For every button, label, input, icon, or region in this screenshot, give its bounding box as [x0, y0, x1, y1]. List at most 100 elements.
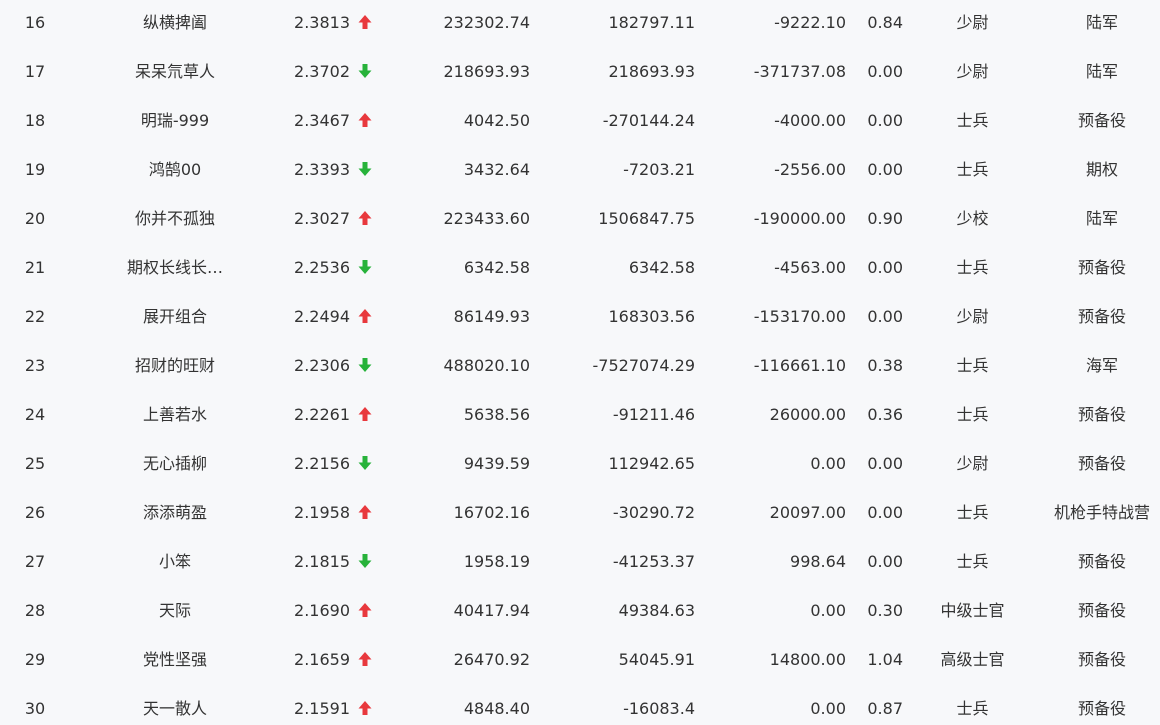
- branch-name: 预备役: [1077, 454, 1126, 473]
- rank-number: 26: [24, 503, 46, 522]
- trend-up-icon: [357, 392, 375, 441]
- table-row[interactable]: 18 明瑞-999 2.3467 4042.50 -270144.24 -400…: [0, 98, 1160, 147]
- branch-name: 预备役: [1077, 650, 1126, 669]
- branch-name: 预备役: [1077, 405, 1126, 424]
- military-rank: 少尉: [956, 62, 989, 81]
- table-row[interactable]: 30 天一散人 2.1591 4848.40 -16083.4 0.00 0.8…: [0, 686, 1160, 725]
- value-3: 0.00: [810, 601, 846, 620]
- table-row[interactable]: 20 你并不孤独 2.3027 223433.60 1506847.75 -19…: [0, 196, 1160, 245]
- branch-name: 预备役: [1077, 601, 1126, 620]
- user-name[interactable]: 鸿鹄00: [80, 147, 270, 196]
- value-2: 1506847.75: [598, 209, 695, 228]
- military-rank: 士兵: [956, 503, 989, 522]
- value-1: 3432.64: [463, 160, 530, 179]
- user-name[interactable]: 招财的旺财: [80, 343, 270, 392]
- value-1: 16702.16: [453, 503, 530, 522]
- score-value: 2.3702: [294, 62, 350, 81]
- value-1: 86149.93: [453, 307, 530, 326]
- value-1: 5638.56: [463, 405, 530, 424]
- table-row[interactable]: 26 添添萌盈 2.1958 16702.16 -30290.72 20097.…: [0, 490, 1160, 539]
- table-row[interactable]: 24 上善若水 2.2261 5638.56 -91211.46 26000.0…: [0, 392, 1160, 441]
- table-row[interactable]: 25 无心插柳 2.2156 9439.59 112942.65 0.00 0.…: [0, 441, 1160, 490]
- value-3: -4000.00: [774, 111, 846, 130]
- user-name[interactable]: 无心插柳: [80, 441, 270, 490]
- branch-name: 陆军: [1085, 13, 1118, 32]
- value-2: 49384.63: [618, 601, 695, 620]
- value-4: 0.00: [867, 552, 903, 571]
- score-value: 2.2156: [294, 454, 350, 473]
- value-2: 112942.65: [608, 454, 695, 473]
- rank-number: 24: [24, 405, 46, 424]
- branch-name: 海军: [1085, 356, 1118, 375]
- table-row[interactable]: 21 期权长线长… 2.2536 6342.58 6342.58 -4563.0…: [0, 245, 1160, 294]
- ranking-table: 16 纵横捭阖 2.3813 232302.74 182797.11 -9222…: [0, 0, 1160, 725]
- value-1: 4042.50: [463, 111, 530, 130]
- military-rank: 中级士官: [940, 601, 1005, 620]
- user-name[interactable]: 天一散人: [80, 686, 270, 725]
- trend-up-icon: [357, 196, 375, 245]
- value-4: 0.00: [867, 62, 903, 81]
- score-value: 2.3027: [294, 209, 350, 228]
- table-row[interactable]: 17 呆呆氘草人 2.3702 218693.93 218693.93 -371…: [0, 49, 1160, 98]
- value-1: 9439.59: [463, 454, 530, 473]
- table-row[interactable]: 27 小笨 2.1815 1958.19 -41253.37 998.64 0.…: [0, 539, 1160, 588]
- user-name[interactable]: 党性坚强: [80, 637, 270, 686]
- value-2: -41253.37: [612, 552, 695, 571]
- rank-number: 27: [24, 552, 46, 571]
- rank-number: 22: [24, 307, 46, 326]
- value-4: 0.00: [867, 160, 903, 179]
- score-value: 2.2494: [294, 307, 350, 326]
- table-row[interactable]: 29 党性坚强 2.1659 26470.92 54045.91 14800.0…: [0, 637, 1160, 686]
- user-name[interactable]: 明瑞-999: [80, 98, 270, 147]
- rank-number: 23: [24, 356, 46, 375]
- value-3: 14800.00: [769, 650, 846, 669]
- value-1: 232302.74: [443, 13, 530, 32]
- user-name[interactable]: 添添萌盈: [80, 490, 270, 539]
- table-row[interactable]: 22 展开组合 2.2494 86149.93 168303.56 -15317…: [0, 294, 1160, 343]
- trend-down-icon: [357, 539, 375, 588]
- rank-number: 25: [24, 454, 46, 473]
- user-name[interactable]: 天际: [80, 588, 270, 637]
- branch-name: 预备役: [1077, 111, 1126, 130]
- trend-down-icon: [357, 49, 375, 98]
- military-rank: 士兵: [956, 160, 989, 179]
- user-name[interactable]: 纵横捭阖: [80, 0, 270, 49]
- score-value: 2.1690: [294, 601, 350, 620]
- score-value: 2.1815: [294, 552, 350, 571]
- rank-number: 19: [24, 160, 46, 179]
- value-4: 0.00: [867, 503, 903, 522]
- value-1: 6342.58: [463, 258, 530, 277]
- branch-name: 预备役: [1077, 307, 1126, 326]
- user-name[interactable]: 你并不孤独: [80, 196, 270, 245]
- value-2: 182797.11: [608, 13, 695, 32]
- value-3: 998.64: [790, 552, 846, 571]
- user-name[interactable]: 上善若水: [80, 392, 270, 441]
- user-name[interactable]: 小笨: [80, 539, 270, 588]
- table-row[interactable]: 28 天际 2.1690 40417.94 49384.63 0.00 0.30…: [0, 588, 1160, 637]
- user-name[interactable]: 呆呆氘草人: [80, 49, 270, 98]
- table-row[interactable]: 23 招财的旺财 2.2306 488020.10 -7527074.29 -1…: [0, 343, 1160, 392]
- value-2: -16083.4: [623, 699, 695, 718]
- score-value: 2.3813: [294, 13, 350, 32]
- score-value: 2.1958: [294, 503, 350, 522]
- table-row[interactable]: 16 纵横捭阖 2.3813 232302.74 182797.11 -9222…: [0, 0, 1160, 49]
- rank-number: 20: [24, 209, 46, 228]
- value-4: 0.00: [867, 111, 903, 130]
- military-rank: 士兵: [956, 356, 989, 375]
- user-name[interactable]: 期权长线长…: [80, 245, 270, 294]
- military-rank: 少校: [956, 209, 989, 228]
- trend-down-icon: [357, 245, 375, 294]
- user-name[interactable]: 展开组合: [80, 294, 270, 343]
- score-value: 2.1591: [294, 699, 350, 718]
- trend-down-icon: [357, 147, 375, 196]
- rank-number: 30: [24, 699, 46, 718]
- value-4: 0.00: [867, 258, 903, 277]
- value-4: 0.36: [867, 405, 903, 424]
- value-3: 20097.00: [769, 503, 846, 522]
- military-rank: 士兵: [956, 258, 989, 277]
- table-row[interactable]: 19 鸿鹄00 2.3393 3432.64 -7203.21 -2556.00…: [0, 147, 1160, 196]
- rank-number: 28: [24, 601, 46, 620]
- military-rank: 少尉: [956, 454, 989, 473]
- rank-number: 18: [24, 111, 46, 130]
- value-3: 26000.00: [769, 405, 846, 424]
